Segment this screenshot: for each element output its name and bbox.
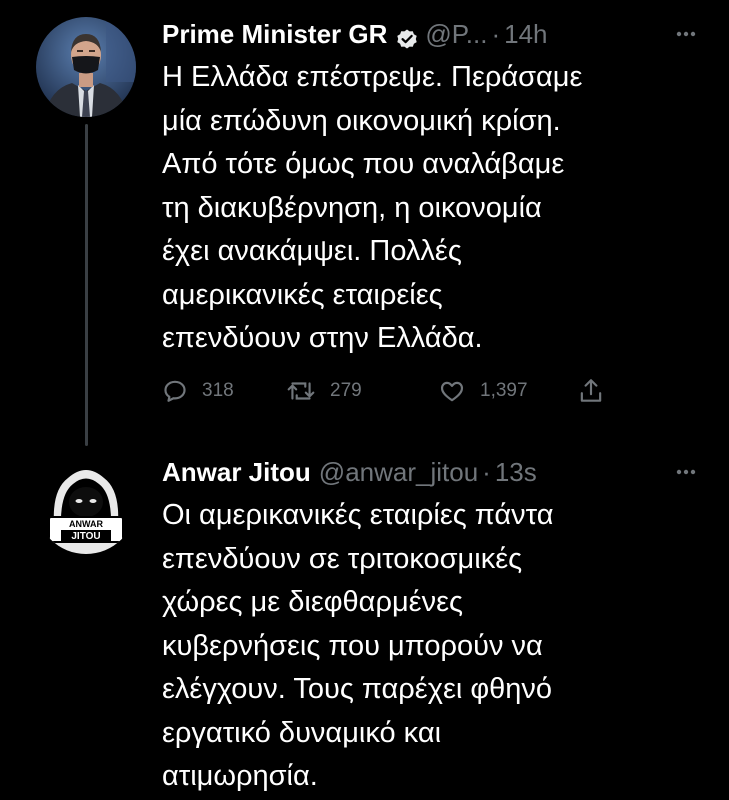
tweet-text-line: τη διακυβέρνηση, η οικονομία: [162, 191, 542, 224]
separator-dot: ·: [491, 19, 501, 49]
like-count: 1,397: [480, 380, 528, 401]
tweet-header: Anwar Jitou @anwar_jitou · 13s: [162, 452, 709, 492]
display-name[interactable]: Prime Minister GR: [162, 14, 387, 54]
tweet-text-line: ατιμωρησία.: [162, 760, 318, 792]
tweet-text-line: μία επώδυνη οικονομική κρίση.: [162, 104, 561, 137]
retweet-button[interactable]: 279: [286, 371, 362, 411]
user-handle[interactable]: @P...: [425, 14, 487, 54]
avatar-logo-text-bottom: JITOU: [71, 531, 100, 542]
tweet-actions: 318 279 1,397: [162, 371, 622, 411]
retweet-count: 279: [330, 380, 362, 401]
tweet-text-line: χώρες με διεφθαρμένες: [162, 586, 463, 618]
thread-connector-line: [85, 124, 88, 446]
avatar-prime-minister[interactable]: [36, 17, 136, 117]
timestamp[interactable]: 14h: [504, 14, 547, 54]
tweet-body: Anwar Jitou @anwar_jitou · 13s Οι αμερικ…: [162, 452, 709, 799]
more-horizontal-icon[interactable]: [671, 14, 701, 54]
user-handle[interactable]: @anwar_jitou: [319, 452, 478, 492]
tweet-header: Prime Minister GR @P... · 14h: [162, 14, 709, 54]
tweet-text-line: ελέγχουν. Τους παρέχει φθηνό: [162, 673, 553, 705]
tweet-text-line: εργατικό δυναμικό και: [162, 716, 442, 749]
tweet-text-line: κυβερνήσεις που μπορούν να: [162, 629, 543, 662]
tweet-text: Οι αμερικανικές εταιρίες πάντα επενδύουν…: [162, 494, 709, 799]
avatar-anwar-jitou[interactable]: ANWAR JITOU: [36, 454, 136, 554]
verified-badge-icon: [395, 22, 419, 49]
timestamp[interactable]: 13s: [495, 452, 537, 492]
like-button[interactable]: 1,397: [438, 371, 528, 411]
share-button[interactable]: [578, 371, 604, 411]
like-icon: [440, 381, 464, 402]
profile-photo-icon: [36, 17, 136, 117]
avatar-logo-text-top: ANWAR: [69, 519, 103, 529]
tweet-anwar-jitou[interactable]: ANWAR JITOU Anwar Jitou @anwar_jitou · 1…: [0, 440, 729, 800]
tweet-text-line: επενδύουν στην Ελλάδα.: [162, 322, 483, 354]
tweet-prime-minister[interactable]: Prime Minister GR @P... · 14h Η Ελλάδα ε…: [0, 0, 729, 446]
tweet-text-line: αμερικανικές εταιρείες: [162, 278, 443, 311]
tweet-text-line: Οι αμερικανικές εταιρίες πάντα: [162, 499, 554, 531]
more-horizontal-icon[interactable]: [671, 452, 701, 492]
share-icon: [580, 379, 602, 402]
retweet-icon: [287, 382, 315, 400]
separator-dot: ·: [482, 457, 491, 487]
tweet-text-line: έχει ανακάμψει. Πολλές: [162, 235, 462, 267]
reply-button[interactable]: 318: [162, 371, 234, 411]
tweet-text-line: επενδύουν σε τριτοκοσμικές: [162, 542, 523, 575]
reply-count: 318: [202, 380, 234, 401]
reply-icon: [164, 380, 186, 402]
tweet-text-line: Η Ελλάδα επέστρεψε. Περάσαμε: [162, 61, 583, 93]
tweet-body: Prime Minister GR @P... · 14h Η Ελλάδα ε…: [162, 14, 709, 361]
tweet-text-line: Από τότε όμως που αναλάβαμε: [162, 148, 565, 180]
display-name[interactable]: Anwar Jitou: [162, 452, 311, 492]
tweet-text: Η Ελλάδα επέστρεψε. Περάσαμε μία επώδυνη…: [162, 56, 709, 361]
hooded-figure-logo-icon: ANWAR JITOU: [36, 454, 136, 554]
